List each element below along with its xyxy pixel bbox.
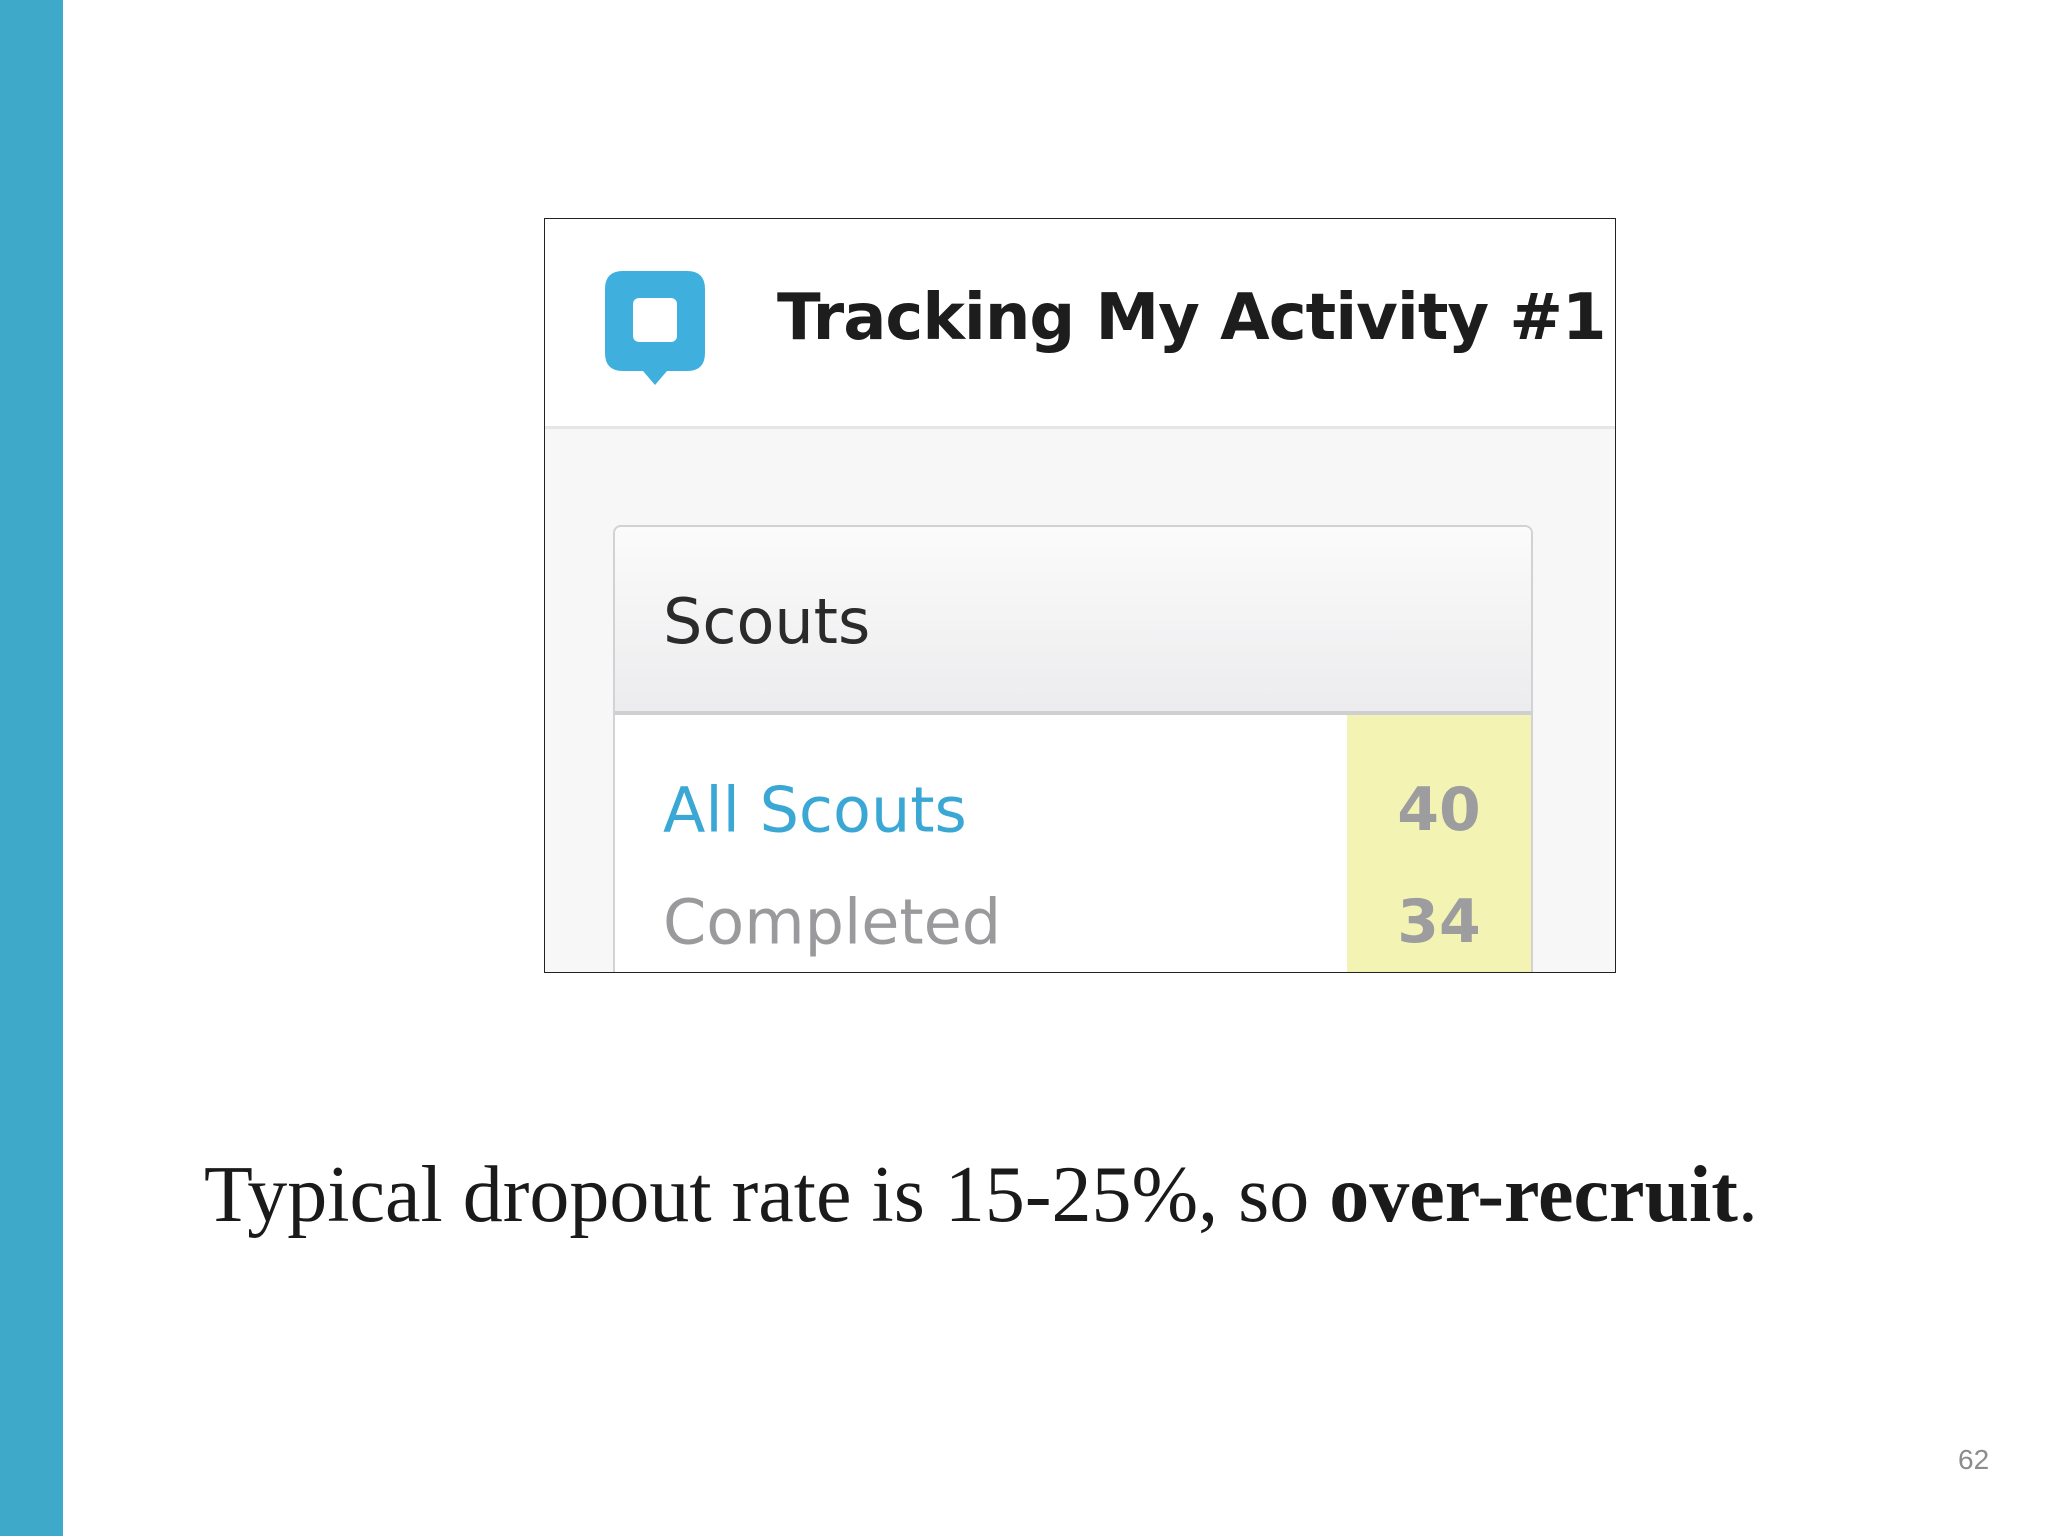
completed-label: Completed: [663, 885, 1002, 959]
caption-emphasis: over-recruit: [1329, 1151, 1738, 1239]
caption-period: .: [1737, 1151, 1758, 1239]
slide-accent-bar: [0, 0, 63, 1536]
scouts-panel-header: Scouts: [615, 527, 1531, 715]
all-scouts-link[interactable]: All Scouts: [663, 774, 967, 847]
caption-text: Typical dropout rate is 15-25%, so: [204, 1151, 1330, 1239]
list-item-completed[interactable]: Completed 34: [615, 867, 1531, 972]
scouts-panel: Scouts All Scouts 40 Completed 34: [613, 525, 1533, 972]
page-number: 62: [1958, 1444, 1990, 1475]
all-scouts-count: 40: [1397, 775, 1481, 845]
speech-bubble-icon: [605, 271, 705, 385]
app-screenshot: Tracking My Activity #1 Scouts All Scout…: [544, 218, 1616, 973]
app-header: Tracking My Activity #1: [545, 219, 1615, 429]
slide-caption: Typical dropout rate is 15-25%, so over-…: [204, 1150, 1758, 1241]
scouts-panel-body: All Scouts 40 Completed 34: [615, 715, 1531, 972]
completed-count: 34: [1397, 887, 1481, 957]
list-item-all-scouts[interactable]: All Scouts 40: [615, 755, 1531, 865]
scouts-panel-title: Scouts: [663, 585, 871, 658]
activity-title: Tracking My Activity #1: [777, 281, 1607, 355]
